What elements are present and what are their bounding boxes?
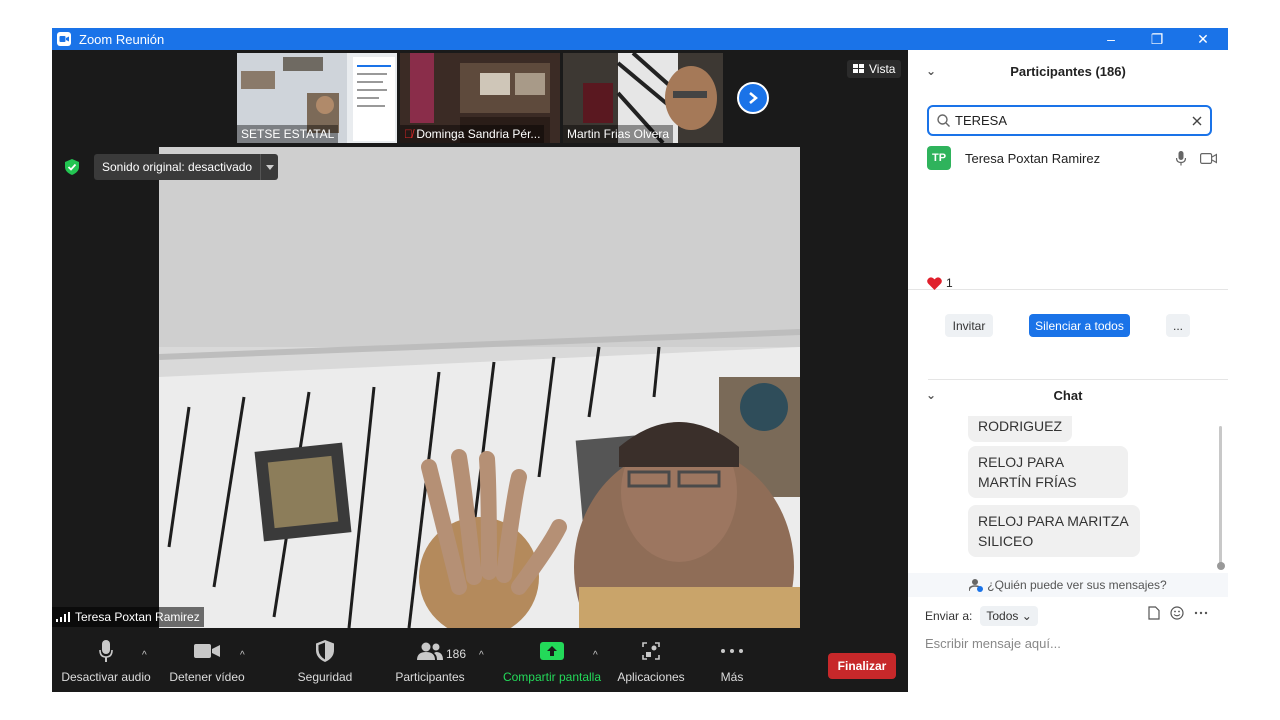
speaker-name-label: Teresa Poxtan Ramirez — [52, 607, 204, 627]
original-sound-toggle[interactable]: Sonido original: desactivado — [94, 154, 279, 180]
search-value: TERESA — [955, 113, 1008, 128]
participant-mic-icon[interactable] — [1176, 150, 1186, 166]
video-area: SETSE ESTATAL 🎙̸ Dominga Sandria Pér... — [52, 50, 908, 628]
visibility-text: ¿Quién puede ver sus mensajes? — [987, 578, 1167, 592]
participants-header: ⌄ Participantes (186) — [908, 50, 1228, 92]
view-button[interactable]: Vista — [847, 60, 902, 78]
meeting-toolbar: Desactivar audio ^ Detener vídeo ^ Segur… — [52, 628, 908, 692]
chat-tools — [1148, 606, 1208, 620]
active-speaker-video — [159, 147, 800, 628]
microphone-icon — [99, 640, 113, 662]
chevron-down-icon: ⌄ — [1021, 609, 1032, 623]
gallery-thumbnail[interactable]: Martin Frias Olvera — [563, 53, 723, 143]
apps-button[interactable]: Aplicaciones — [616, 638, 686, 684]
send-to-label: Enviar a: — [925, 609, 973, 623]
scroll-thumb-icon[interactable] — [1217, 562, 1225, 570]
participants-label: Participantes — [395, 670, 465, 684]
chat-message: RODRIGUEZ — [968, 416, 1072, 442]
chat-header: ⌄ Chat — [908, 380, 1228, 410]
share-screen-label: Compartir pantalla — [502, 670, 602, 684]
view-label: Vista — [869, 62, 896, 76]
more-button[interactable]: Más — [716, 638, 748, 684]
participant-row[interactable]: TP Teresa Poxtan Ramirez — [927, 144, 1217, 172]
video-options-chevron-icon[interactable]: ^ — [240, 650, 245, 661]
minimize-button[interactable]: – — [1088, 28, 1134, 50]
restore-button[interactable]: ❐ — [1134, 28, 1180, 50]
participants-title: Participantes (186) — [1010, 63, 1126, 79]
participants-count-badge: 186 — [446, 647, 467, 661]
stop-video-label: Detener vídeo — [169, 670, 245, 684]
end-meeting-button[interactable]: Finalizar — [828, 653, 896, 679]
message-visibility-link[interactable]: ¿Quién puede ver sus mensajes? — [908, 573, 1228, 597]
thumbnail-name: Martin Frias Olvera — [563, 125, 674, 143]
file-icon[interactable] — [1148, 606, 1160, 620]
more-dots-icon — [721, 649, 743, 653]
invite-button[interactable]: Invitar — [945, 314, 993, 337]
collapse-participants-chevron-icon[interactable]: ⌄ — [926, 64, 936, 78]
send-to-row: Enviar a: Todos ⌄ — [925, 606, 1038, 626]
zoom-logo-icon — [57, 32, 71, 46]
stop-video-button[interactable]: Detener vídeo — [169, 638, 245, 684]
signal-strength-icon — [56, 612, 70, 622]
participants-icon — [417, 642, 443, 660]
participant-camera-icon[interactable] — [1200, 152, 1217, 164]
thumbnail-name: SETSE ESTATAL — [237, 125, 339, 143]
chat-title: Chat — [1053, 387, 1083, 403]
gallery-thumbnail[interactable]: 🎙̸ Dominga Sandria Pér... — [400, 53, 560, 143]
title-bar: Zoom Reunión – ❐ ✕ — [52, 28, 1228, 50]
chat-messages: RODRIGUEZ RELOJ PARA MARTÍN FRÍAS RELOJ … — [908, 416, 1228, 570]
more-options-button[interactable]: ... — [1166, 314, 1190, 337]
gallery-thumbnail[interactable]: SETSE ESTATAL — [237, 53, 397, 143]
clear-search-icon[interactable] — [1192, 116, 1202, 126]
audio-options-chevron-icon[interactable]: ^ — [142, 650, 147, 661]
emoji-icon[interactable] — [1170, 606, 1184, 620]
security-label: Seguridad — [297, 670, 353, 684]
divider — [908, 289, 1228, 290]
chat-message-input[interactable]: Escribir mensaje aquí... — [925, 636, 1061, 651]
side-panel: ⌄ Participantes (186) TERESA TP Teresa P… — [908, 50, 1228, 692]
participants-button[interactable]: Participantes — [395, 638, 465, 684]
zoom-window: Zoom Reunión – ❐ ✕ SETSE ESTATAL 🎙̸ Domi… — [52, 28, 1228, 692]
chevron-down-icon[interactable] — [260, 154, 278, 180]
muted-mic-icon: 🎙̸ — [404, 127, 413, 141]
share-screen-icon — [540, 642, 564, 660]
original-sound-label: Sonido original: desactivado — [102, 160, 253, 174]
apps-label: Aplicaciones — [617, 670, 685, 684]
security-button[interactable]: Seguridad — [298, 638, 352, 684]
heart-icon — [927, 276, 942, 290]
close-window-button[interactable]: ✕ — [1180, 28, 1226, 50]
chevron-right-icon — [749, 92, 758, 104]
send-to-select[interactable]: Todos ⌄ — [980, 606, 1038, 626]
more-label: Más — [720, 670, 744, 684]
chat-message: RELOJ PARA MARITZA SILICEO — [968, 505, 1140, 557]
participant-avatar: TP — [927, 146, 951, 170]
speaker-name: Teresa Poxtan Ramirez — [75, 610, 200, 624]
mute-all-button[interactable]: Silenciar a todos — [1029, 314, 1130, 337]
speaker-video-image — [159, 147, 800, 628]
share-screen-button[interactable]: Compartir pantalla — [502, 638, 602, 684]
participant-search-input[interactable]: TERESA — [927, 105, 1212, 136]
participant-name: Teresa Poxtan Ramirez — [965, 150, 1101, 166]
reaction-counter: 1 — [927, 276, 953, 290]
person-visibility-icon — [969, 579, 984, 592]
share-options-chevron-icon[interactable]: ^ — [593, 650, 598, 661]
chat-message: RELOJ PARA MARTÍN FRÍAS — [968, 446, 1128, 498]
mute-button[interactable]: Desactivar audio — [61, 638, 151, 684]
security-shield-icon — [316, 640, 334, 662]
collapse-chat-chevron-icon[interactable]: ⌄ — [926, 388, 936, 402]
mute-label: Desactivar audio — [61, 670, 151, 684]
search-icon — [937, 114, 950, 127]
more-chat-options-icon[interactable] — [1194, 606, 1208, 620]
chat-scrollbar[interactable] — [1219, 426, 1222, 566]
participants-options-chevron-icon[interactable]: ^ — [479, 650, 484, 661]
next-page-button[interactable] — [737, 82, 769, 114]
video-camera-icon — [194, 644, 220, 658]
shield-check-icon[interactable] — [65, 159, 79, 175]
apps-icon — [642, 642, 660, 660]
window-title: Zoom Reunión — [79, 31, 165, 47]
grid-icon — [853, 64, 864, 73]
thumbnail-name: 🎙̸ Dominga Sandria Pér... — [400, 125, 545, 143]
reaction-count: 1 — [946, 276, 953, 290]
